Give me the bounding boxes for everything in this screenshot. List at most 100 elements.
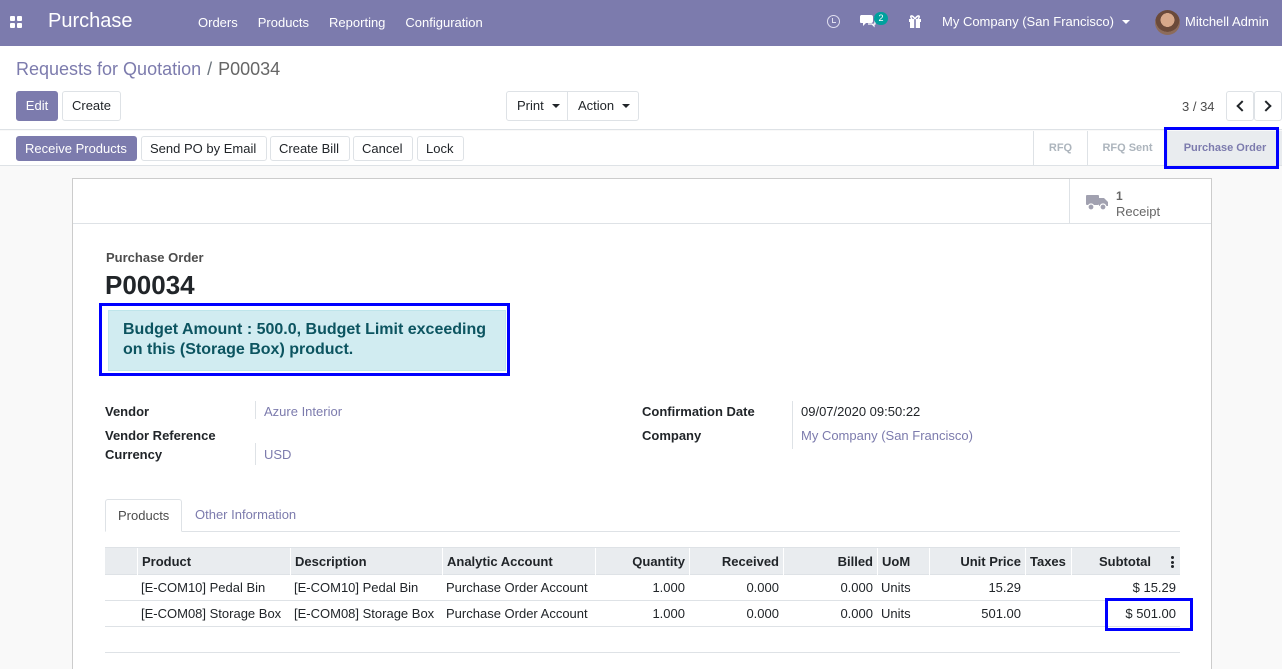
highlight-subtotal	[1105, 598, 1193, 631]
table-row[interactable]: [E-COM08] Storage Box [E-COM08] Storage …	[105, 601, 1180, 627]
menu-products[interactable]: Products	[248, 0, 319, 46]
cell-received: 0.000	[746, 580, 779, 595]
field-divider	[255, 443, 256, 465]
company-switcher[interactable]: My Company (San Francisco)	[942, 0, 1114, 44]
receive-products-button[interactable]: Receive Products	[16, 136, 137, 161]
tab-other-information[interactable]: Other Information	[183, 499, 308, 532]
chat-count-badge: 2	[874, 12, 888, 25]
currency-label: Currency	[105, 447, 163, 462]
notebook-tabs: Products Other Information	[105, 499, 1180, 532]
company-field[interactable]: My Company (San Francisco)	[801, 428, 973, 443]
column-unit-price[interactable]: Unit Price	[929, 548, 1025, 575]
column-quantity[interactable]: Quantity	[595, 548, 689, 575]
avatar[interactable]	[1155, 10, 1180, 35]
edit-button[interactable]: Edit	[16, 91, 58, 121]
cell-uom: Units	[881, 580, 911, 595]
top-menu: Orders Products Reporting Configuration	[188, 0, 493, 46]
action-dropdown[interactable]: Action	[567, 91, 639, 121]
pager-previous-button[interactable]	[1226, 91, 1254, 121]
column-billed[interactable]: Billed	[783, 548, 877, 575]
cell-billed: 0.000	[840, 606, 873, 621]
tab-products[interactable]: Products	[105, 499, 183, 532]
create-button[interactable]: Create	[62, 91, 121, 121]
highlight-budget-alert	[99, 303, 510, 376]
table-empty-row	[105, 627, 1180, 653]
menu-reporting[interactable]: Reporting	[319, 0, 395, 46]
activity-clock-icon[interactable]	[827, 15, 840, 28]
control-panel: Requests for Quotation / P00034 Edit Creat…	[0, 46, 1282, 130]
document-type-label: Purchase Order	[106, 250, 204, 265]
column-taxes[interactable]: Taxes	[1025, 548, 1071, 575]
column-description[interactable]: Description	[290, 548, 442, 575]
pager-value[interactable]: 3 / 34	[1182, 99, 1215, 114]
menu-configuration[interactable]: Configuration	[395, 0, 492, 46]
currency-field[interactable]: USD	[264, 447, 291, 462]
send-po-email-button[interactable]: Send PO by Email	[141, 136, 267, 161]
pager-next-button[interactable]	[1254, 91, 1282, 121]
receipt-count: 1	[1116, 189, 1123, 203]
print-label: Print	[517, 98, 544, 113]
vendor-reference-label: Vendor Reference	[105, 428, 216, 443]
app-name: Purchase	[48, 10, 133, 32]
cell-analytic-account: Purchase Order Account	[446, 606, 588, 621]
highlight-active-stage	[1164, 127, 1279, 169]
receipt-label: Receipt	[1116, 204, 1161, 219]
vendor-field[interactable]: Azure Interior	[264, 404, 342, 419]
apps-menu-icon[interactable]	[10, 16, 22, 28]
action-label: Action	[578, 98, 615, 113]
cancel-button[interactable]: Cancel	[353, 136, 413, 161]
column-uom[interactable]: UoM	[877, 548, 929, 575]
cell-quantity: 1.000	[652, 606, 685, 621]
gift-icon[interactable]	[907, 13, 923, 29]
cell-unit-price: 15.29	[988, 580, 1021, 595]
column-product[interactable]: Product	[137, 548, 290, 575]
breadcrumb: Requests for Quotation / P00034	[16, 59, 280, 80]
lock-button[interactable]: Lock	[417, 136, 464, 161]
stage-rfq-sent[interactable]: RFQ Sent	[1087, 131, 1167, 165]
chevron-down-icon[interactable]	[1122, 20, 1130, 24]
confirmation-date-field[interactable]: 09/07/2020 09:50:22	[801, 404, 920, 419]
table-row[interactable]: [E-COM10] Pedal Bin [E-COM10] Pedal Bin …	[105, 575, 1180, 601]
cell-billed: 0.000	[840, 580, 873, 595]
cell-analytic-account: Purchase Order Account	[446, 580, 588, 595]
smart-button-box: 1 Receipt	[73, 179, 1211, 224]
cell-uom: Units	[881, 606, 911, 621]
field-divider	[792, 401, 793, 449]
column-subtotal[interactable]: Subtotal	[1071, 548, 1155, 575]
breadcrumb-parent[interactable]: Requests for Quotation	[16, 59, 201, 79]
breadcrumb-separator: /	[207, 59, 213, 79]
truck-icon	[1086, 195, 1108, 211]
print-dropdown[interactable]: Print	[506, 91, 568, 121]
caret-down-icon	[622, 104, 631, 108]
column-received[interactable]: Received	[689, 548, 783, 575]
cell-description: [E-COM10] Pedal Bin	[294, 580, 419, 595]
create-bill-button[interactable]: Create Bill	[270, 136, 350, 161]
user-menu[interactable]: Mitchell Admin	[1185, 0, 1269, 44]
main-navbar: Purchase Orders Products Reporting Confi…	[0, 0, 1282, 46]
cell-taxes	[1025, 601, 1033, 627]
chevron-right-icon	[1260, 100, 1272, 112]
vendor-label: Vendor	[105, 404, 150, 419]
field-divider	[255, 401, 256, 419]
cell-product: [E-COM10] Pedal Bin	[141, 580, 266, 595]
table-header: Product Description Analytic Account Qua…	[105, 547, 1180, 575]
cell-product: [E-COM08] Storage Box	[141, 606, 282, 621]
company-label: Company	[642, 428, 702, 443]
optional-columns-icon[interactable]	[1171, 556, 1174, 568]
breadcrumb-current: P00034	[218, 59, 281, 79]
caret-down-icon	[551, 104, 560, 108]
cell-unit-price: 501.00	[981, 606, 1021, 621]
cell-description: [E-COM08] Storage Box	[294, 606, 435, 621]
statusbar: Receive Products Send PO by Email Create…	[0, 131, 1282, 166]
menu-orders[interactable]: Orders	[188, 0, 248, 46]
cell-received: 0.000	[746, 606, 779, 621]
chevron-left-icon	[1236, 100, 1248, 112]
stage-rfq[interactable]: RFQ	[1033, 131, 1087, 165]
receipt-smart-button[interactable]: 1 Receipt	[1069, 179, 1211, 224]
confirmation-date-label: Confirmation Date	[642, 404, 755, 419]
order-name: P00034	[105, 270, 195, 300]
cell-taxes	[1025, 575, 1033, 601]
form-sheet: 1 Receipt Purchase Order P00034 Budget A…	[72, 178, 1212, 669]
cell-quantity: 1.000	[652, 580, 685, 595]
column-analytic-account[interactable]: Analytic Account	[442, 548, 595, 575]
